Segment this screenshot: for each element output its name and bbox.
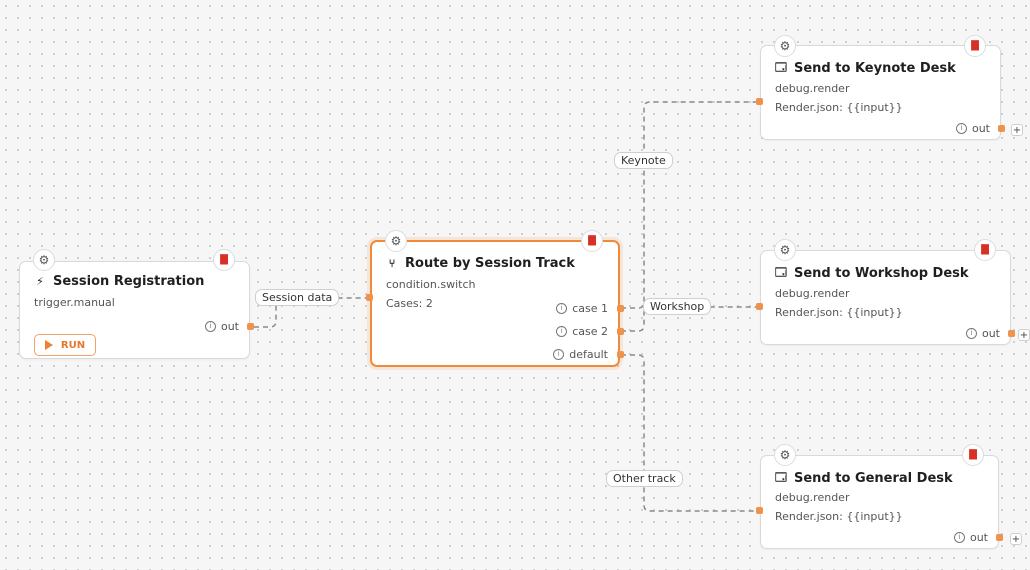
node-title-text: Send to Workshop Desk	[794, 266, 969, 281]
output-port-out: i out	[204, 320, 239, 333]
settings-button[interactable]: ⚙	[385, 230, 407, 252]
node-type: trigger.manual	[34, 296, 115, 309]
delete-button[interactable]: ▇	[213, 249, 235, 271]
trash-icon: ▇	[971, 40, 979, 51]
branch-icon: ⑂	[388, 257, 396, 270]
info-icon[interactable]: i	[556, 303, 568, 314]
delete-button[interactable]: ▇	[964, 35, 986, 57]
edge-label-workshop[interactable]: Workshop	[643, 298, 712, 315]
node-title: 🗔 Send to General Desk	[775, 469, 953, 488]
gear-icon: ⚙	[779, 39, 791, 53]
info-icon[interactable]: i	[553, 349, 565, 360]
gear-icon: ⚙	[390, 234, 402, 248]
input-handle[interactable]	[756, 507, 763, 514]
node-type: condition.switch	[386, 278, 476, 291]
window-icon: 🗔	[775, 471, 787, 484]
port-label: out	[981, 327, 1000, 340]
node-title: 🗔 Send to Workshop Desk	[775, 264, 969, 283]
node-session-registration[interactable]: ⚡ Session Registration trigger.manual RU…	[19, 261, 250, 359]
edge-label-session-data[interactable]: Session data	[255, 289, 340, 306]
add-node-button[interactable]: +	[1010, 533, 1022, 545]
input-handle[interactable]	[756, 98, 763, 105]
add-node-button[interactable]: +	[1018, 329, 1030, 341]
node-type: debug.render	[775, 491, 850, 504]
output-handle-case-1[interactable]	[617, 305, 624, 312]
settings-button[interactable]: ⚙	[774, 444, 796, 466]
output-port-out: i out	[955, 122, 990, 135]
node-title: 🗔 Send to Keynote Desk	[775, 59, 956, 78]
run-button[interactable]: RUN	[34, 334, 96, 356]
output-handle-case-2[interactable]	[617, 328, 624, 335]
cases-count: Cases: 2	[386, 297, 433, 310]
edge-label-keynote[interactable]: Keynote	[614, 152, 673, 169]
edge-label-other-track[interactable]: Other track	[606, 470, 683, 487]
node-title: ⚡ Session Registration	[34, 274, 204, 289]
node-config: Render.json: {{input}}	[775, 306, 903, 319]
settings-button[interactable]: ⚙	[33, 249, 55, 271]
gear-icon: ⚙	[38, 253, 50, 267]
output-port-out: i out	[953, 531, 988, 544]
settings-button[interactable]: ⚙	[774, 35, 796, 57]
plus-icon: +	[1019, 330, 1029, 341]
port-label: case 2	[572, 325, 608, 338]
node-title-text: Send to General Desk	[794, 471, 953, 486]
trash-icon: ▇	[981, 244, 989, 255]
plus-icon: +	[1012, 125, 1022, 136]
info-icon[interactable]: i	[965, 328, 977, 339]
node-title-text: Route by Session Track	[405, 256, 575, 271]
output-handle-default[interactable]	[617, 351, 624, 358]
port-label: out	[969, 531, 988, 544]
output-port-case-2: i case 2	[556, 325, 608, 338]
add-node-button[interactable]: +	[1011, 124, 1023, 136]
node-title-text: Session Registration	[53, 274, 205, 289]
node-send-to-workshop-desk[interactable]: 🗔 Send to Workshop Desk debug.render Ren…	[760, 250, 1011, 345]
trash-icon: ▇	[588, 235, 596, 246]
output-port-case-1: i case 1	[556, 302, 608, 315]
delete-button[interactable]: ▇	[974, 239, 996, 261]
port-label: default	[569, 348, 608, 361]
output-handle[interactable]	[247, 323, 254, 330]
node-config: Render.json: {{input}}	[775, 101, 903, 114]
input-handle[interactable]	[756, 303, 763, 310]
plus-icon: +	[1011, 534, 1021, 545]
trash-icon: ▇	[969, 449, 977, 460]
node-send-to-keynote-desk[interactable]: 🗔 Send to Keynote Desk debug.render Rend…	[760, 45, 1001, 140]
info-icon[interactable]: i	[204, 321, 216, 332]
port-label: case 1	[572, 302, 608, 315]
output-handle[interactable]	[998, 125, 1005, 132]
output-handle[interactable]	[1008, 330, 1015, 337]
output-handle[interactable]	[996, 534, 1003, 541]
node-type: debug.render	[775, 82, 850, 95]
window-icon: 🗔	[775, 266, 787, 279]
port-label: out	[220, 320, 239, 333]
gear-icon: ⚙	[779, 243, 791, 257]
delete-button[interactable]: ▇	[581, 230, 603, 252]
node-route-by-session-track[interactable]: ⑂ Route by Session Track condition.switc…	[370, 240, 620, 367]
node-title: ⑂ Route by Session Track	[386, 256, 575, 271]
info-icon[interactable]: i	[953, 532, 965, 543]
node-config: Render.json: {{input}}	[775, 510, 903, 523]
run-button-label: RUN	[60, 339, 86, 351]
node-type: debug.render	[775, 287, 850, 300]
play-icon	[44, 340, 53, 350]
window-icon: 🗔	[775, 61, 787, 74]
gear-icon: ⚙	[779, 448, 791, 462]
bolt-icon: ⚡	[36, 275, 44, 288]
node-title-text: Send to Keynote Desk	[794, 61, 956, 76]
input-handle[interactable]	[366, 294, 373, 301]
output-port-default: i default	[553, 348, 608, 361]
delete-button[interactable]: ▇	[962, 444, 984, 466]
info-icon[interactable]: i	[955, 123, 967, 134]
node-send-to-general-desk[interactable]: 🗔 Send to General Desk debug.render Rend…	[760, 455, 999, 549]
edge-keynote[interactable]	[621, 101, 760, 309]
port-label: out	[971, 122, 990, 135]
info-icon[interactable]: i	[556, 326, 568, 337]
edge-other-track[interactable]	[621, 354, 760, 512]
settings-button[interactable]: ⚙	[774, 239, 796, 261]
trash-icon: ▇	[220, 254, 228, 265]
output-port-out: i out	[965, 327, 1000, 340]
